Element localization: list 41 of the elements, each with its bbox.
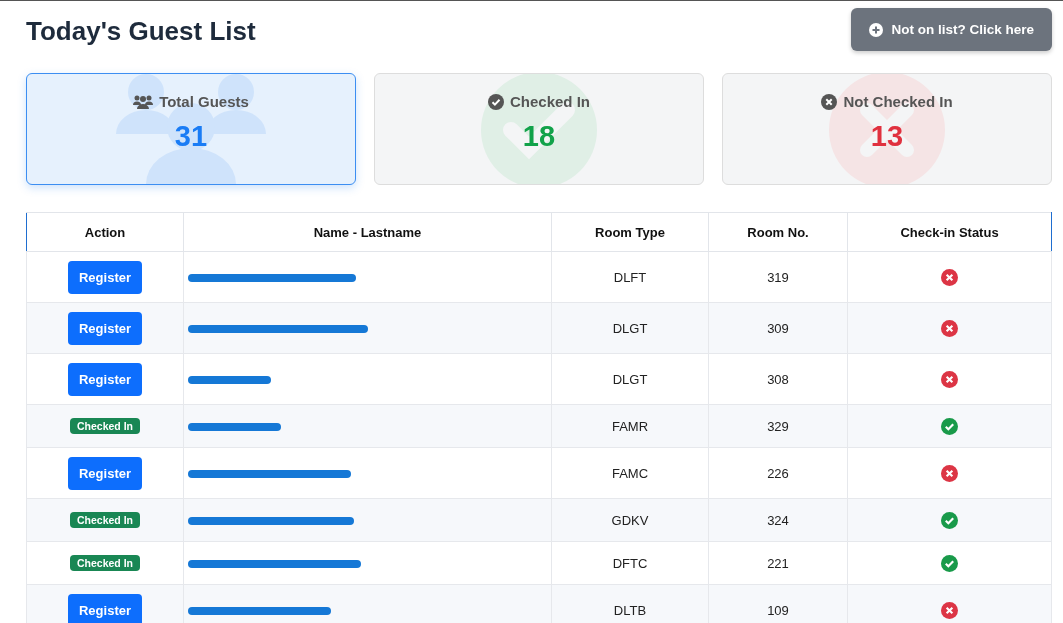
- register-button[interactable]: Register: [68, 260, 142, 294]
- column-header: Action: [26, 212, 184, 252]
- table-cell: GDKV: [611, 512, 649, 528]
- table-cell: 226: [767, 465, 789, 481]
- checked-in-badge: Checked In: [70, 555, 140, 571]
- column-header: Check-in Status: [847, 212, 1052, 252]
- checked-in-badge: Checked In: [70, 418, 140, 434]
- table-cell: 221: [767, 555, 789, 571]
- register-button[interactable]: Register: [68, 456, 142, 490]
- table-cell: DLFT: [613, 269, 647, 285]
- register-button[interactable]: Register: [68, 311, 142, 345]
- table-cell: DLTB: [613, 602, 647, 618]
- plus-circle-icon: [869, 22, 884, 37]
- stat-label: Not Checked In: [843, 93, 953, 110]
- stat-value: 18: [522, 120, 556, 153]
- table-cell: FAMC: [611, 465, 649, 481]
- page-title: Today's Guest List: [26, 16, 256, 47]
- table-cell: 109: [767, 602, 789, 618]
- stat-label: Checked In: [510, 93, 590, 110]
- column-header: Room Type: [551, 212, 709, 252]
- column-header: Name - Lastname: [183, 212, 552, 252]
- table-cell: 324: [767, 512, 789, 528]
- table-cell: FAMR: [611, 418, 649, 434]
- stat-card[interactable]: Not Checked In 13: [722, 73, 1052, 185]
- table-cell: 329: [767, 418, 789, 434]
- stat-card[interactable]: Checked In 18: [374, 73, 704, 185]
- register-button[interactable]: Register: [68, 362, 142, 396]
- walk-in-button[interactable]: Not on list? Click here: [851, 8, 1052, 51]
- table-cell: 309: [767, 320, 789, 336]
- stat-value: 31: [174, 120, 208, 153]
- column-header: Room No.: [708, 212, 848, 252]
- table-cell: DLGT: [612, 320, 648, 336]
- stat-card[interactable]: Total Guests 31: [26, 73, 356, 185]
- checked-in-badge: Checked In: [70, 512, 140, 528]
- register-button[interactable]: Register: [68, 593, 142, 623]
- table-cell: DFTC: [612, 555, 648, 571]
- table-cell: 319: [767, 269, 789, 285]
- stat-label: Total Guests: [159, 93, 249, 110]
- table-cell: DLGT: [612, 371, 648, 387]
- stat-value: 13: [870, 120, 904, 153]
- table-cell: 308: [767, 371, 789, 387]
